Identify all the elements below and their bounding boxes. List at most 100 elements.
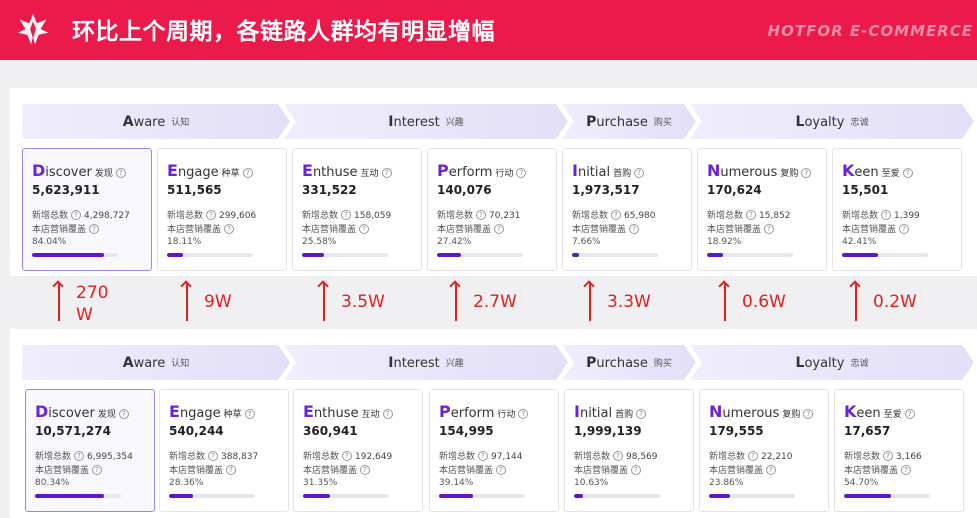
stage-label: Aware <box>123 355 166 371</box>
new-total-value: 65,980 <box>624 211 656 221</box>
help-icon[interactable]: ? <box>118 409 129 419</box>
stage-aware[interactable]: Aware 认知 <box>22 345 290 380</box>
help-icon[interactable]: ? <box>516 168 527 178</box>
new-total-row: 新增总数? 6,995,354 <box>35 449 133 462</box>
new-total-row: 新增总数? 3,166 <box>844 449 922 462</box>
help-icon[interactable]: ? <box>382 409 393 419</box>
coverage-label: 本店营销覆盖 <box>169 466 224 476</box>
coverage-progress-fill <box>844 494 892 498</box>
coverage-progress-bar <box>303 494 389 498</box>
help-icon[interactable]: ? <box>766 465 777 475</box>
coverage-progress-fill <box>169 494 194 498</box>
help-icon[interactable]: ? <box>381 168 392 178</box>
help-icon[interactable]: ? <box>902 168 913 178</box>
segment-card-perform[interactable]: Perform 行动? 154,995 新增总数? 97,144 本店营销覆盖? 39.14… <box>429 389 559 512</box>
up-arrow-icon <box>855 283 857 321</box>
stage-purchase[interactable]: Purchase 购买 <box>562 345 696 380</box>
help-icon[interactable]: ? <box>636 409 647 419</box>
segment-card-initial[interactable]: Initial 首购? 1,973,517 新增总数? 65,980 本店营销覆盖? 7.6… <box>562 148 692 271</box>
coverage-label: 本店营销覆盖 <box>303 466 358 476</box>
help-icon[interactable]: ? <box>206 210 217 220</box>
help-icon[interactable]: ? <box>226 465 237 475</box>
new-total-row: 新增总数? 97,144 <box>439 449 523 462</box>
help-icon[interactable]: ? <box>71 210 82 220</box>
help-icon[interactable]: ? <box>224 224 235 234</box>
help-icon[interactable]: ? <box>881 210 892 220</box>
help-icon[interactable]: ? <box>89 224 100 234</box>
help-icon[interactable]: ? <box>496 465 507 475</box>
help-icon[interactable]: ? <box>634 168 645 178</box>
segment-name: Initial 首购? <box>572 161 645 180</box>
help-icon[interactable]: ? <box>803 409 814 419</box>
segment-name: Numerous 复购? <box>709 402 814 421</box>
help-icon[interactable]: ? <box>611 210 622 220</box>
funnel-panel-before: Aware 认知 Interest 兴趣 Purchase 购买 Loyalty 忠诚 Dis… <box>10 88 977 276</box>
page-title: 环比上个周期，各链路人群均有明显增幅 <box>72 19 495 45</box>
help-icon[interactable]: ? <box>631 465 642 475</box>
new-total-value: 299,606 <box>219 211 257 221</box>
segment-card-perform[interactable]: Perform 行动? 140,076 新增总数? 70,231 本店营销覆盖? 27.42… <box>427 148 557 271</box>
coverage-progress-fill <box>842 253 879 257</box>
help-icon[interactable]: ? <box>899 224 910 234</box>
stage-loyalty[interactable]: Loyalty 忠诚 <box>690 104 974 139</box>
stage-purchase[interactable]: Purchase 购买 <box>562 104 696 139</box>
coverage-progress-fill <box>167 253 183 257</box>
help-icon[interactable]: ? <box>901 465 912 475</box>
help-icon[interactable]: ? <box>115 168 126 178</box>
coverage-row: 本店营销覆盖? <box>572 222 640 235</box>
help-icon[interactable]: ? <box>360 465 371 475</box>
segment-initial: E <box>167 161 178 180</box>
help-icon[interactable]: ? <box>629 224 640 234</box>
segment-card-initial[interactable]: Initial 首购? 1,999,139 新增总数? 98,569 本店营销覆盖? 10.… <box>564 389 694 512</box>
coverage-progress-bar <box>707 253 793 257</box>
help-icon[interactable]: ? <box>494 224 505 234</box>
help-icon[interactable]: ? <box>242 168 253 178</box>
segment-initial: P <box>439 402 451 421</box>
segment-card-discover[interactable]: Discover 发现? 10,571,274 新增总数? 6,995,354 本店营销覆… <box>25 389 155 512</box>
segment-name: Keen 至爱? <box>842 161 913 180</box>
coverage-label: 本店营销覆盖 <box>437 225 492 235</box>
stage-cn: 认知 <box>171 359 190 369</box>
stage-aware[interactable]: Aware 认知 <box>22 104 290 139</box>
new-total-value: 192,649 <box>355 452 393 462</box>
segment-card-discover[interactable]: Discover 发现? 5,623,911 新增总数? 4,298,727 本店营销覆盖… <box>22 148 152 271</box>
segment-card-numerous[interactable]: Numerous 复购? 179,555 新增总数? 22,210 本店营销覆盖? 23.8… <box>699 389 829 512</box>
help-icon[interactable]: ? <box>764 224 775 234</box>
stage-interest[interactable]: Interest 兴趣 <box>284 104 568 139</box>
coverage-label: 本店营销覆盖 <box>302 225 357 235</box>
segment-name: Discover 发现? <box>35 402 129 421</box>
segment-total: 331,522 <box>302 183 357 197</box>
segment-card-engage[interactable]: Engage 种草? 511,565 新增总数? 299,606 本店营销覆盖? 18.11… <box>157 148 287 271</box>
coverage-progress-fill <box>574 494 584 498</box>
stage-label: Loyalty <box>796 114 845 130</box>
help-icon[interactable]: ? <box>341 210 352 220</box>
help-icon[interactable]: ? <box>476 210 487 220</box>
help-icon[interactable]: ? <box>518 409 529 419</box>
new-total-value: 97,144 <box>491 452 523 462</box>
segment-card-keen[interactable]: Keen 至爱? 15,501 新增总数? 1,399 本店营销覆盖? 42.41% <box>832 148 962 271</box>
segment-initial: P <box>437 161 449 180</box>
help-icon[interactable]: ? <box>748 451 759 461</box>
stage-interest[interactable]: Interest 兴趣 <box>284 345 568 380</box>
help-icon[interactable]: ? <box>904 409 915 419</box>
segment-cn: 种草 <box>221 169 240 179</box>
segment-card-engage[interactable]: Engage 种草? 540,244 新增总数? 388,837 本店营销覆盖? 28.36… <box>159 389 289 512</box>
help-icon[interactable]: ? <box>883 451 894 461</box>
segment-card-keen[interactable]: Keen 至爱? 17,657 新增总数? 3,166 本店营销覆盖? 54.70% <box>834 389 964 512</box>
segment-name: Initial 首购? <box>574 402 647 421</box>
help-icon[interactable]: ? <box>359 224 370 234</box>
segment-card-numerous[interactable]: Numerous 复购? 170,624 新增总数? 15,852 本店营销覆盖? 18.9… <box>697 148 827 271</box>
help-icon[interactable]: ? <box>208 451 219 461</box>
segment-card-enthuse[interactable]: Enthuse 互动? 360,941 新增总数? 192,649 本店营销覆盖? 31.3… <box>293 389 423 512</box>
help-icon[interactable]: ? <box>74 451 85 461</box>
help-icon[interactable]: ? <box>342 451 353 461</box>
stage-loyalty[interactable]: Loyalty 忠诚 <box>690 345 974 380</box>
help-icon[interactable]: ? <box>801 168 812 178</box>
help-icon[interactable]: ? <box>613 451 624 461</box>
help-icon[interactable]: ? <box>92 465 103 475</box>
stage-initial: P <box>586 113 597 130</box>
help-icon[interactable]: ? <box>244 409 255 419</box>
segment-card-enthuse[interactable]: Enthuse 互动? 331,522 新增总数? 158,059 本店营销覆盖? 25.5… <box>292 148 422 271</box>
help-icon[interactable]: ? <box>746 210 757 220</box>
help-icon[interactable]: ? <box>478 451 489 461</box>
